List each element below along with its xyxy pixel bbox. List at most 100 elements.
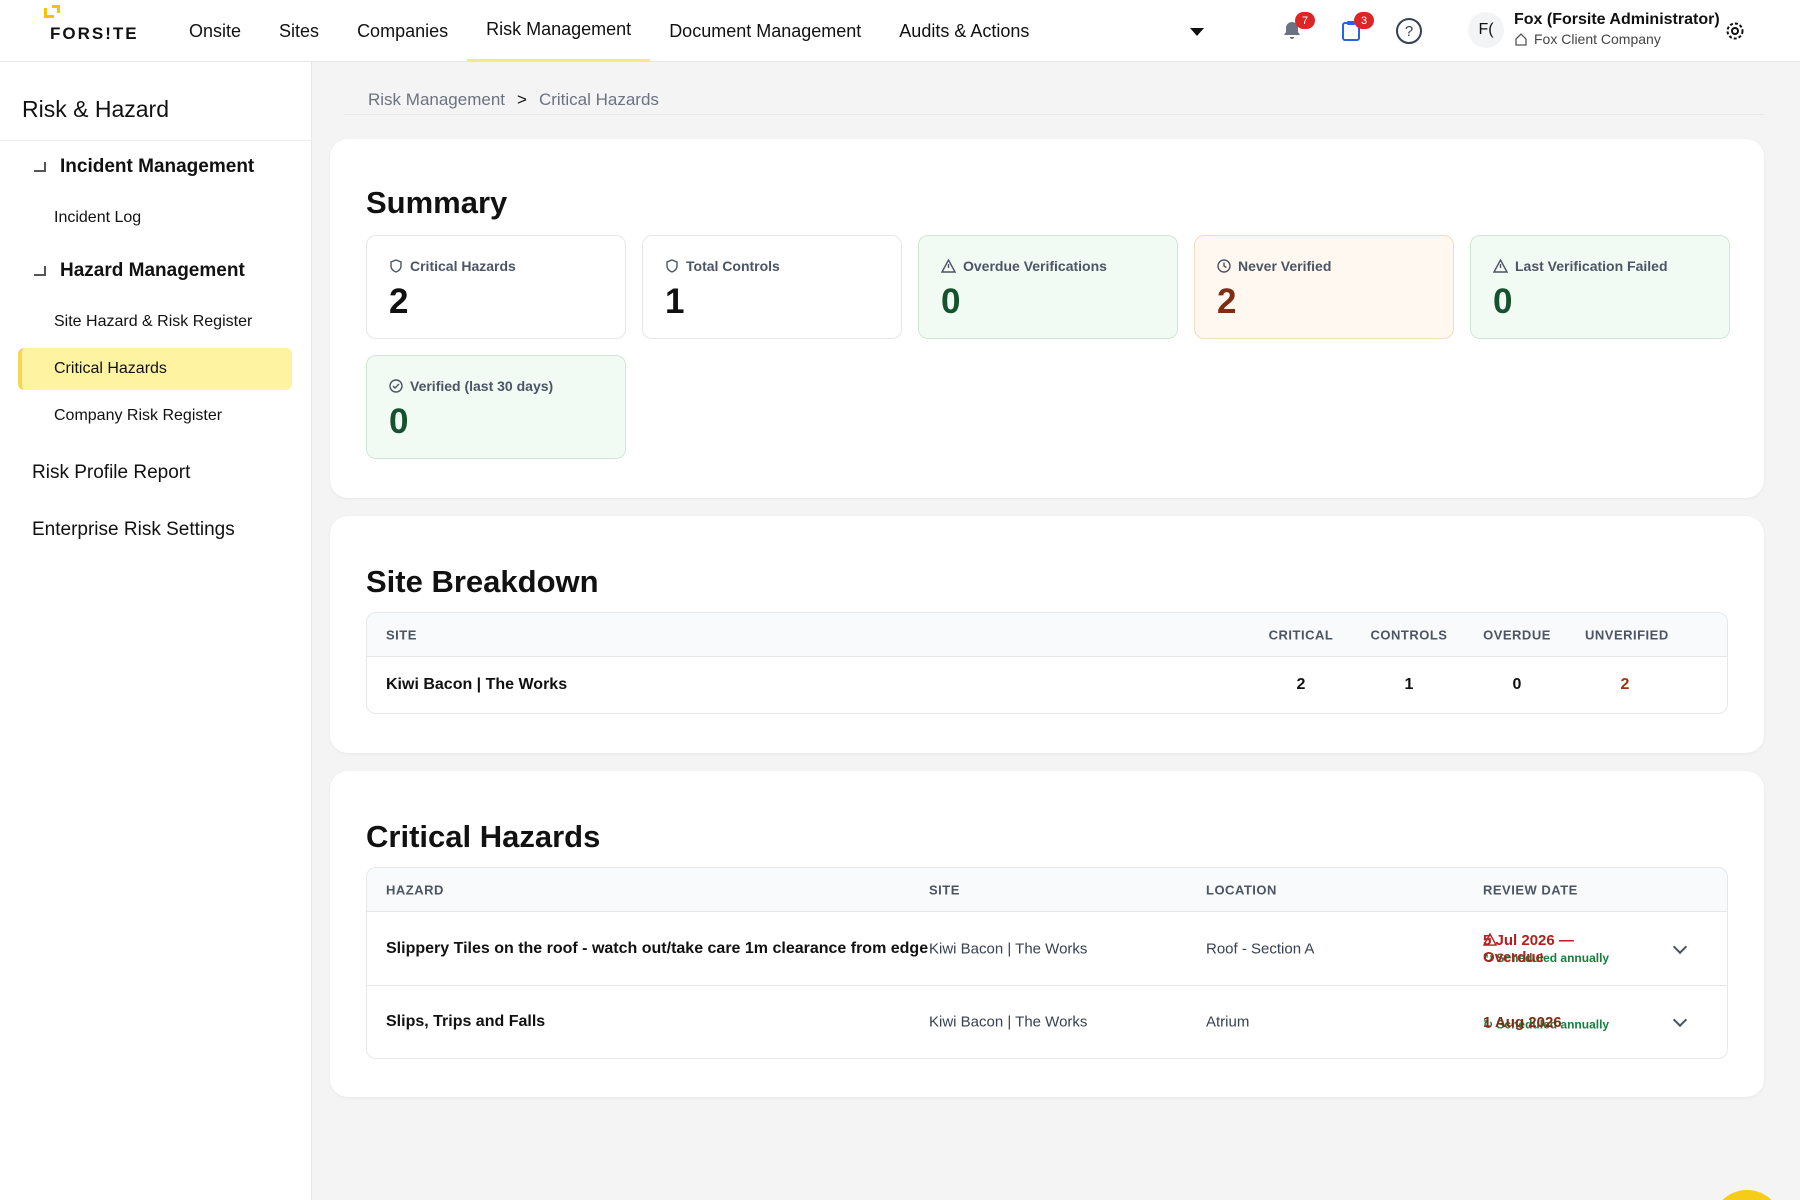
avatar[interactable]: F( — [1468, 12, 1504, 48]
site-breakdown-table: SITE CRITICAL CONTROLS OVERDUE UNVERIFIE… — [366, 612, 1728, 714]
table-header: HAZARD SITE LOCATION REVIEW DATE — [367, 868, 1727, 912]
home-icon — [1515, 33, 1527, 46]
nav-more-dropdown-icon[interactable] — [1190, 28, 1204, 36]
hazard-location: Roof - Section A — [1206, 940, 1315, 957]
overdue-count: 0 — [1512, 676, 1522, 693]
warning-triangle-icon — [941, 259, 956, 273]
critical-hazards-card: Critical Hazards HAZARD SITE LOCATION RE… — [330, 771, 1764, 1097]
stat-label-text: Total Controls — [686, 258, 780, 274]
stat-overdue-verifications[interactable]: Overdue Verifications 0 — [918, 235, 1178, 339]
stat-label-text: Overdue Verifications — [963, 258, 1107, 274]
column-header-hazard: HAZARD — [386, 882, 444, 897]
svg-text:?: ? — [1405, 23, 1413, 40]
nav-onsite[interactable]: Onsite — [170, 0, 260, 62]
stat-label: Never Verified — [1217, 258, 1331, 274]
stat-value: 0 — [389, 402, 409, 441]
review-date-cell: 1 Aug 2026 ↻ Scheduled annually — [1483, 1013, 1609, 1032]
stat-label: Overdue Verifications — [941, 258, 1107, 274]
hazard-name: Slippery Tiles on the roof - watch out/t… — [386, 939, 929, 957]
user-name[interactable]: Fox (Forsite Administrator) — [1514, 11, 1720, 29]
stat-last-verification-failed[interactable]: Last Verification Failed 0 — [1470, 235, 1730, 339]
clock-icon — [1217, 259, 1231, 273]
table-row[interactable]: Kiwi Bacon | The Works 2 1 0 2 — [367, 657, 1727, 713]
help-button[interactable]: ? — [1392, 14, 1426, 48]
sidebar-item-critical-hazards[interactable]: Critical Hazards — [18, 348, 292, 390]
review-date-text: 1 Aug 2026 — [1483, 1013, 1562, 1031]
question-circle-icon: ? — [1396, 18, 1422, 44]
sidebar-group-label: Hazard Management — [60, 260, 245, 281]
tree-branch-icon — [34, 162, 46, 172]
site-name: Kiwi Bacon | The Works — [386, 676, 568, 693]
review-date: 5 Jul 2026 — Overdue — [1483, 932, 1609, 966]
table-row[interactable]: Slippery Tiles on the roof - watch out/t… — [367, 912, 1727, 985]
expand-row-chevron-down-icon[interactable] — [1672, 939, 1688, 954]
notifications-count-badge: 7 — [1295, 12, 1315, 29]
stat-label-text: Critical Hazards — [410, 258, 516, 274]
gear-icon — [1726, 22, 1744, 40]
stat-label: Total Controls — [665, 258, 780, 274]
shield-icon — [666, 259, 678, 273]
tasks-button[interactable]: 3 — [1334, 12, 1374, 48]
column-header-review-date: REVIEW DATE — [1483, 882, 1578, 897]
controls-count: 1 — [1404, 676, 1414, 693]
nav-sites[interactable]: Sites — [260, 0, 338, 62]
settings-button[interactable] — [1718, 14, 1752, 48]
stat-label-text: Verified (last 30 days) — [410, 378, 554, 394]
review-date-text: 5 Jul 2026 — Overdue — [1483, 931, 1574, 966]
stat-critical-hazards[interactable]: Critical Hazards 2 — [366, 235, 626, 339]
breadcrumb-parent[interactable]: Risk Management — [368, 90, 505, 114]
stat-value: 1 — [665, 282, 685, 321]
stat-label-text: Never Verified — [1238, 258, 1332, 274]
sidebar-item-risk-profile-report[interactable]: Risk Profile Report — [32, 462, 190, 484]
stat-verified-last-30-days[interactable]: Verified (last 30 days) 0 — [366, 355, 626, 459]
nav-audits-actions[interactable]: Audits & Actions — [880, 0, 1048, 62]
site-breakdown-card: Site Breakdown SITE CRITICAL CONTROLS OV… — [330, 516, 1764, 753]
review-date-cell: 5 Jul 2026 — Overdue ↻ Scheduled annuall… — [1483, 932, 1609, 966]
stat-label: Critical Hazards — [389, 258, 516, 274]
top-navigation-bar: FORS!TE Onsite Sites Companies Risk Mana… — [0, 0, 1800, 62]
tree-branch-icon — [34, 266, 46, 276]
table-header: SITE CRITICAL CONTROLS OVERDUE UNVERIFIE… — [367, 613, 1727, 657]
help-chat-button[interactable] — [1712, 1190, 1782, 1200]
breadcrumb-separator: > — [517, 90, 527, 109]
notifications-button[interactable]: 7 — [1275, 12, 1315, 48]
shield-icon — [390, 259, 402, 273]
column-header-site: SITE — [929, 882, 960, 897]
sidebar-divider — [0, 140, 312, 141]
stat-value: 0 — [941, 282, 961, 321]
site-breakdown-title: Site Breakdown — [366, 564, 599, 599]
forsite-logo[interactable]: FORS!TE — [42, 5, 139, 48]
column-header-unverified: UNVERIFIED — [1585, 627, 1669, 642]
hazard-name: Slips, Trips and Falls — [386, 1013, 546, 1030]
stat-label-text: Last Verification Failed — [1515, 258, 1668, 274]
summary-card: Summary Critical Hazards 2 Total Control… — [330, 139, 1764, 498]
check-circle-icon — [389, 379, 403, 393]
stat-label: Last Verification Failed — [1493, 258, 1668, 274]
critical-hazards-title: Critical Hazards — [366, 819, 601, 854]
stat-never-verified[interactable]: Never Verified 2 — [1194, 235, 1454, 339]
sidebar-group-hazard-management[interactable]: Hazard Management — [34, 260, 245, 282]
column-header-controls: CONTROLS — [1370, 627, 1448, 642]
stat-label: Verified (last 30 days) — [389, 378, 553, 394]
column-header-overdue: OVERDUE — [1483, 627, 1551, 642]
hazard-location: Atrium — [1206, 1013, 1250, 1031]
hazard-site: Kiwi Bacon | The Works — [929, 940, 1088, 957]
sidebar-item-incident-log[interactable]: Incident Log — [18, 197, 292, 239]
sidebar-item-enterprise-risk-settings[interactable]: Enterprise Risk Settings — [32, 519, 235, 541]
sidebar-item-site-hazard-risk-register[interactable]: Site Hazard & Risk Register — [18, 301, 292, 343]
nav-companies[interactable]: Companies — [338, 0, 467, 62]
expand-row-chevron-down-icon[interactable] — [1672, 1012, 1688, 1028]
stat-value: 2 — [389, 282, 409, 321]
table-row[interactable]: Slips, Trips and Falls Kiwi Bacon | The … — [367, 985, 1727, 1058]
summary-title: Summary — [366, 185, 508, 220]
breadcrumb-current: Critical Hazards — [538, 90, 659, 109]
stat-value: 2 — [1217, 282, 1237, 321]
sidebar-group-incident-management[interactable]: Incident Management — [34, 156, 254, 178]
stat-total-controls[interactable]: Total Controls 1 — [642, 235, 902, 339]
sidebar-group-label: Incident Management — [60, 156, 255, 177]
nav-document-management[interactable]: Document Management — [650, 0, 880, 62]
sidebar-item-company-risk-register[interactable]: Company Risk Register — [18, 395, 292, 437]
nav-risk-management[interactable]: Risk Management — [467, 0, 651, 62]
critical-hazards-table: HAZARD SITE LOCATION REVIEW DATE Slipper… — [366, 867, 1728, 1059]
user-company-label: Fox Client Company — [1534, 31, 1661, 47]
